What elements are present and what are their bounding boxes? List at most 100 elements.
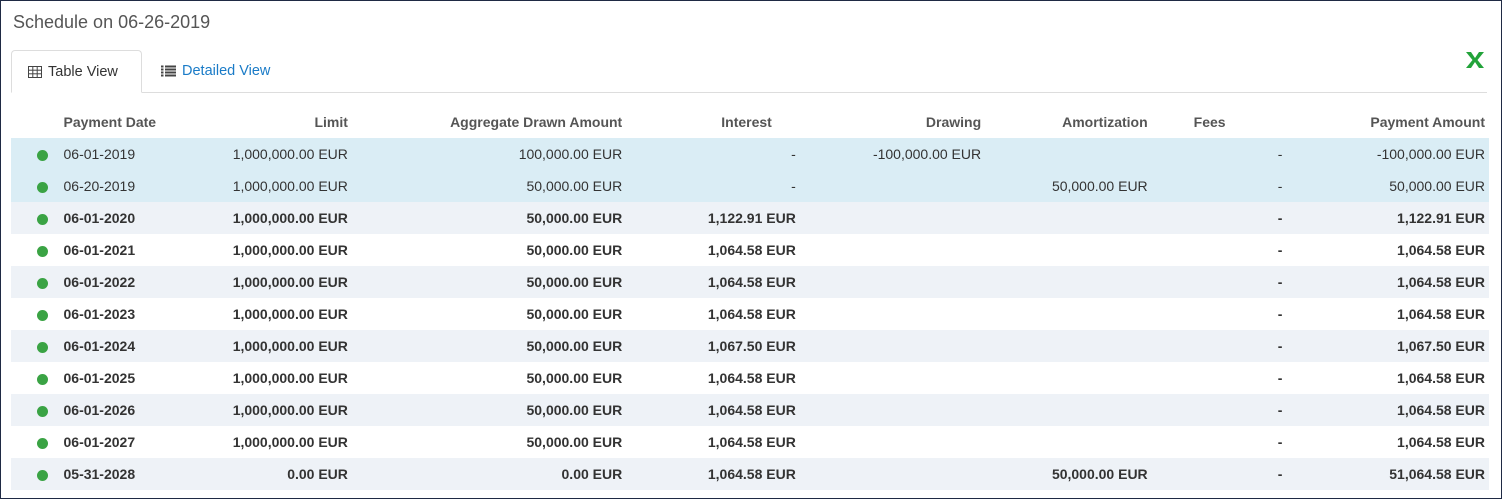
payment-amount-cell: -100,000.00 EUR (1298, 138, 1489, 170)
drawing-cell (799, 234, 986, 266)
payment-date-cell: 06-01-2020 (55, 202, 208, 234)
aggregate-drawn-cell: 50,000.00 EUR (351, 298, 627, 330)
aggregate-drawn-cell: 50,000.00 EUR (351, 234, 627, 266)
payment-date-cell: 06-01-2022 (55, 266, 208, 298)
status-dot-icon (36, 149, 48, 161)
amortization-cell (985, 202, 1152, 234)
excel-export-icon[interactable] (1465, 51, 1485, 71)
fees-cell: - (1151, 362, 1299, 394)
table-row[interactable]: 06-01-2025 1,000,000.00 EUR 50,000.00 EUR 1… (11, 362, 1489, 394)
table-row[interactable]: 06-01-2026 1,000,000.00 EUR 50,000.00 EUR 1… (11, 394, 1489, 426)
status-dot-icon (36, 277, 48, 289)
table-row[interactable]: 06-01-2024 1,000,000.00 EUR 50,000.00 EUR 1… (11, 330, 1489, 362)
status-dot-icon (36, 213, 48, 225)
amortization-cell (985, 298, 1152, 330)
amortization-cell (985, 362, 1152, 394)
interest-cell: - (626, 138, 800, 170)
column-header[interactable]: Fees (1152, 105, 1299, 138)
column-header[interactable]: Limit (208, 105, 352, 138)
interest-cell: 1,064.58 EUR (626, 458, 800, 490)
payment-amount-cell: 1,064.58 EUR (1298, 234, 1489, 266)
tab-table-view[interactable]: Table View (11, 50, 142, 93)
column-header[interactable]: Payment Date (56, 105, 209, 138)
status-dot-icon (36, 437, 48, 449)
table-body: 06-01-2019 1,000,000.00 EUR 100,000.00 EUR… (11, 138, 1489, 490)
payment-date-cell: 05-31-2028 (55, 458, 208, 490)
fees-cell: - (1151, 266, 1299, 298)
tab-table-view-label: Table View (48, 63, 118, 80)
payment-amount-cell: 1,064.58 EUR (1298, 298, 1489, 330)
drawing-cell (799, 362, 986, 394)
limit-cell: 0.00 EUR (208, 458, 352, 490)
aggregate-drawn-cell: 50,000.00 EUR (351, 202, 627, 234)
amortization-cell: 50,000.00 EUR (985, 458, 1152, 490)
fees-cell: - (1151, 170, 1299, 202)
table-row[interactable]: 06-01-2027 1,000,000.00 EUR 50,000.00 EUR 1… (11, 426, 1489, 458)
column-header[interactable]: Drawing (800, 105, 985, 138)
table-row[interactable]: 05-31-2028 0.00 EUR 0.00 EUR 1,064.58 EUR 50… (11, 458, 1489, 490)
aggregate-drawn-cell: 50,000.00 EUR (351, 330, 627, 362)
drawing-cell (799, 394, 986, 426)
drawing-cell (799, 330, 986, 362)
table-row[interactable]: 06-01-2019 1,000,000.00 EUR 100,000.00 EUR… (11, 138, 1489, 170)
column-header[interactable]: Aggregate Drawn Amount (352, 105, 626, 138)
status-cell (11, 362, 56, 394)
payment-amount-cell: 1,064.58 EUR (1298, 266, 1489, 298)
status-cell (11, 394, 56, 426)
interest-cell: 1,122.91 EUR (626, 202, 800, 234)
payment-date-cell: 06-01-2026 (55, 394, 208, 426)
status-cell (11, 458, 56, 490)
payment-amount-cell: 1,067.50 EUR (1298, 330, 1489, 362)
column-header[interactable]: Payment Amount (1298, 105, 1489, 138)
interest-cell: 1,064.58 EUR (626, 266, 800, 298)
status-dot-icon (36, 309, 48, 321)
table-row[interactable]: 06-20-2019 1,000,000.00 EUR 50,000.00 EUR -… (11, 170, 1489, 202)
status-cell (11, 202, 56, 234)
drawing-cell (799, 298, 986, 330)
drawing-cell (799, 170, 986, 202)
status-dot-icon (36, 405, 48, 417)
fees-cell: - (1151, 426, 1299, 458)
payment-amount-cell: 50,000.00 EUR (1298, 170, 1489, 202)
fees-cell: - (1151, 298, 1299, 330)
column-header[interactable]: Interest (626, 105, 800, 138)
limit-cell: 1,000,000.00 EUR (208, 170, 352, 202)
limit-cell: 1,000,000.00 EUR (208, 426, 352, 458)
column-header[interactable]: Amortization (985, 105, 1152, 138)
aggregate-drawn-cell: 50,000.00 EUR (351, 266, 627, 298)
aggregate-drawn-cell: 100,000.00 EUR (351, 138, 627, 170)
limit-cell: 1,000,000.00 EUR (208, 234, 352, 266)
drawing-cell (799, 426, 986, 458)
status-dot-icon (36, 373, 48, 385)
payment-amount-cell: 1,064.58 EUR (1298, 426, 1489, 458)
table-row[interactable]: 06-01-2023 1,000,000.00 EUR 50,000.00 EUR 1… (11, 298, 1489, 330)
amortization-cell (985, 266, 1152, 298)
amortization-cell (985, 234, 1152, 266)
payment-date-cell: 06-01-2025 (55, 362, 208, 394)
status-dot-icon (36, 245, 48, 257)
status-dot-icon (36, 341, 48, 353)
amortization-cell (985, 426, 1152, 458)
table-row[interactable]: 06-01-2021 1,000,000.00 EUR 50,000.00 EUR 1… (11, 234, 1489, 266)
status-cell (11, 170, 56, 202)
schedule-table: Payment Date Limit Aggregate Drawn Amoun… (11, 105, 1489, 490)
interest-cell: 1,064.58 EUR (626, 362, 800, 394)
tab-detailed-view-label: Detailed View (182, 63, 271, 79)
fees-cell: - (1151, 330, 1299, 362)
payment-date-cell: 06-01-2021 (55, 234, 208, 266)
status-cell (11, 266, 56, 298)
table-row[interactable]: 06-01-2020 1,000,000.00 EUR 50,000.00 EUR 1… (11, 202, 1489, 234)
status-cell (11, 138, 56, 170)
table-row[interactable]: 06-01-2022 1,000,000.00 EUR 50,000.00 EUR 1… (11, 266, 1489, 298)
schedule-panel: Schedule on 06-26-2019 Table View Detail… (0, 0, 1502, 499)
amortization-cell (985, 330, 1152, 362)
limit-cell: 1,000,000.00 EUR (208, 266, 352, 298)
payment-amount-cell: 1,064.58 EUR (1298, 394, 1489, 426)
fees-cell: - (1151, 234, 1299, 266)
tab-detailed-view[interactable]: Detailed View (161, 50, 270, 92)
status-dot-icon (36, 469, 48, 481)
status-cell (11, 426, 56, 458)
drawing-cell (799, 458, 986, 490)
drawing-cell (799, 202, 986, 234)
interest-cell: 1,064.58 EUR (626, 298, 800, 330)
